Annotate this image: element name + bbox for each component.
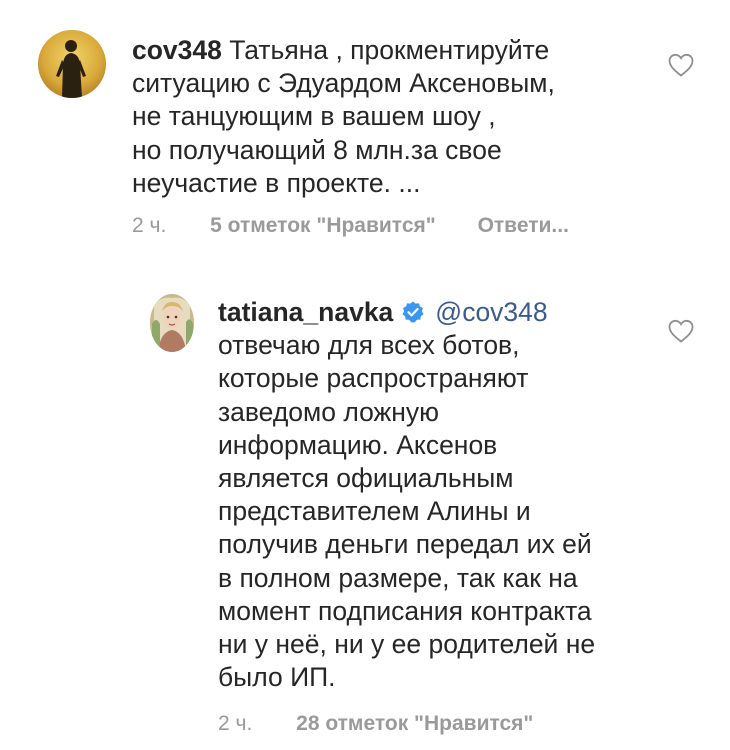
comment-line: ситуацию с Эдуардом Аксеновым, (132, 68, 555, 99)
comment-time: 2 ч. (218, 712, 253, 735)
likes-count-link[interactable]: 5 отметок "Нравится" (210, 214, 436, 237)
comment-time: 2 ч. (132, 214, 167, 237)
comment-line: представителем Алины и (218, 496, 531, 527)
comment-line: в полном размере, так как на (218, 562, 578, 593)
comment-line: было ИП. (218, 662, 336, 693)
avatar[interactable] (150, 294, 194, 352)
likes-count-link[interactable]: 28 отметок "Нравится" (296, 712, 533, 735)
profile-photo-icon (150, 294, 194, 352)
comment-text: cov348 Татьяна , прокментируйте ситуацию… (132, 34, 652, 200)
comment-line: отвечаю для всех ботов, (218, 330, 520, 361)
comment-line: получив деньги передал их ей (218, 529, 592, 560)
comment-line: является официальным (218, 463, 514, 494)
heart-outline-icon[interactable] (667, 318, 695, 344)
comment-line: но получающий 8 млн.за свое (132, 134, 502, 165)
comment-text: tatiana_navka @cov348 отвечаю для всех б… (218, 296, 658, 694)
verified-badge-icon (402, 301, 424, 323)
user-silhouette-icon (38, 30, 106, 98)
comment-line: неучастие в проекте. ... (132, 167, 421, 198)
comment-line: Татьяна , прокментируйте (229, 35, 550, 65)
comment-line: заведомо ложную (218, 396, 440, 427)
comment-line: момент подписания контракта (218, 595, 592, 626)
mention-link[interactable]: @cov348 (435, 297, 547, 327)
comment-line: ни у неё, ни у ее родителей не (218, 629, 596, 660)
comment-line: которые распространяют (218, 363, 529, 394)
avatar[interactable] (38, 30, 106, 98)
heart-outline-icon[interactable] (667, 52, 695, 78)
comment-line: информацию. Аксенов (218, 429, 498, 460)
comment-line: не танцующим в вашем шоу , (132, 101, 496, 132)
comment-username[interactable]: tatiana_navka (218, 297, 393, 327)
comment-meta: 2 ч. 28 отметок "Нравится" (218, 712, 533, 736)
comment-username[interactable]: cov348 (132, 35, 222, 65)
reply-button[interactable]: Ответи... (478, 214, 569, 237)
comment-meta: 2 ч. 5 отметок "Нравится" Ответи... (132, 214, 569, 238)
